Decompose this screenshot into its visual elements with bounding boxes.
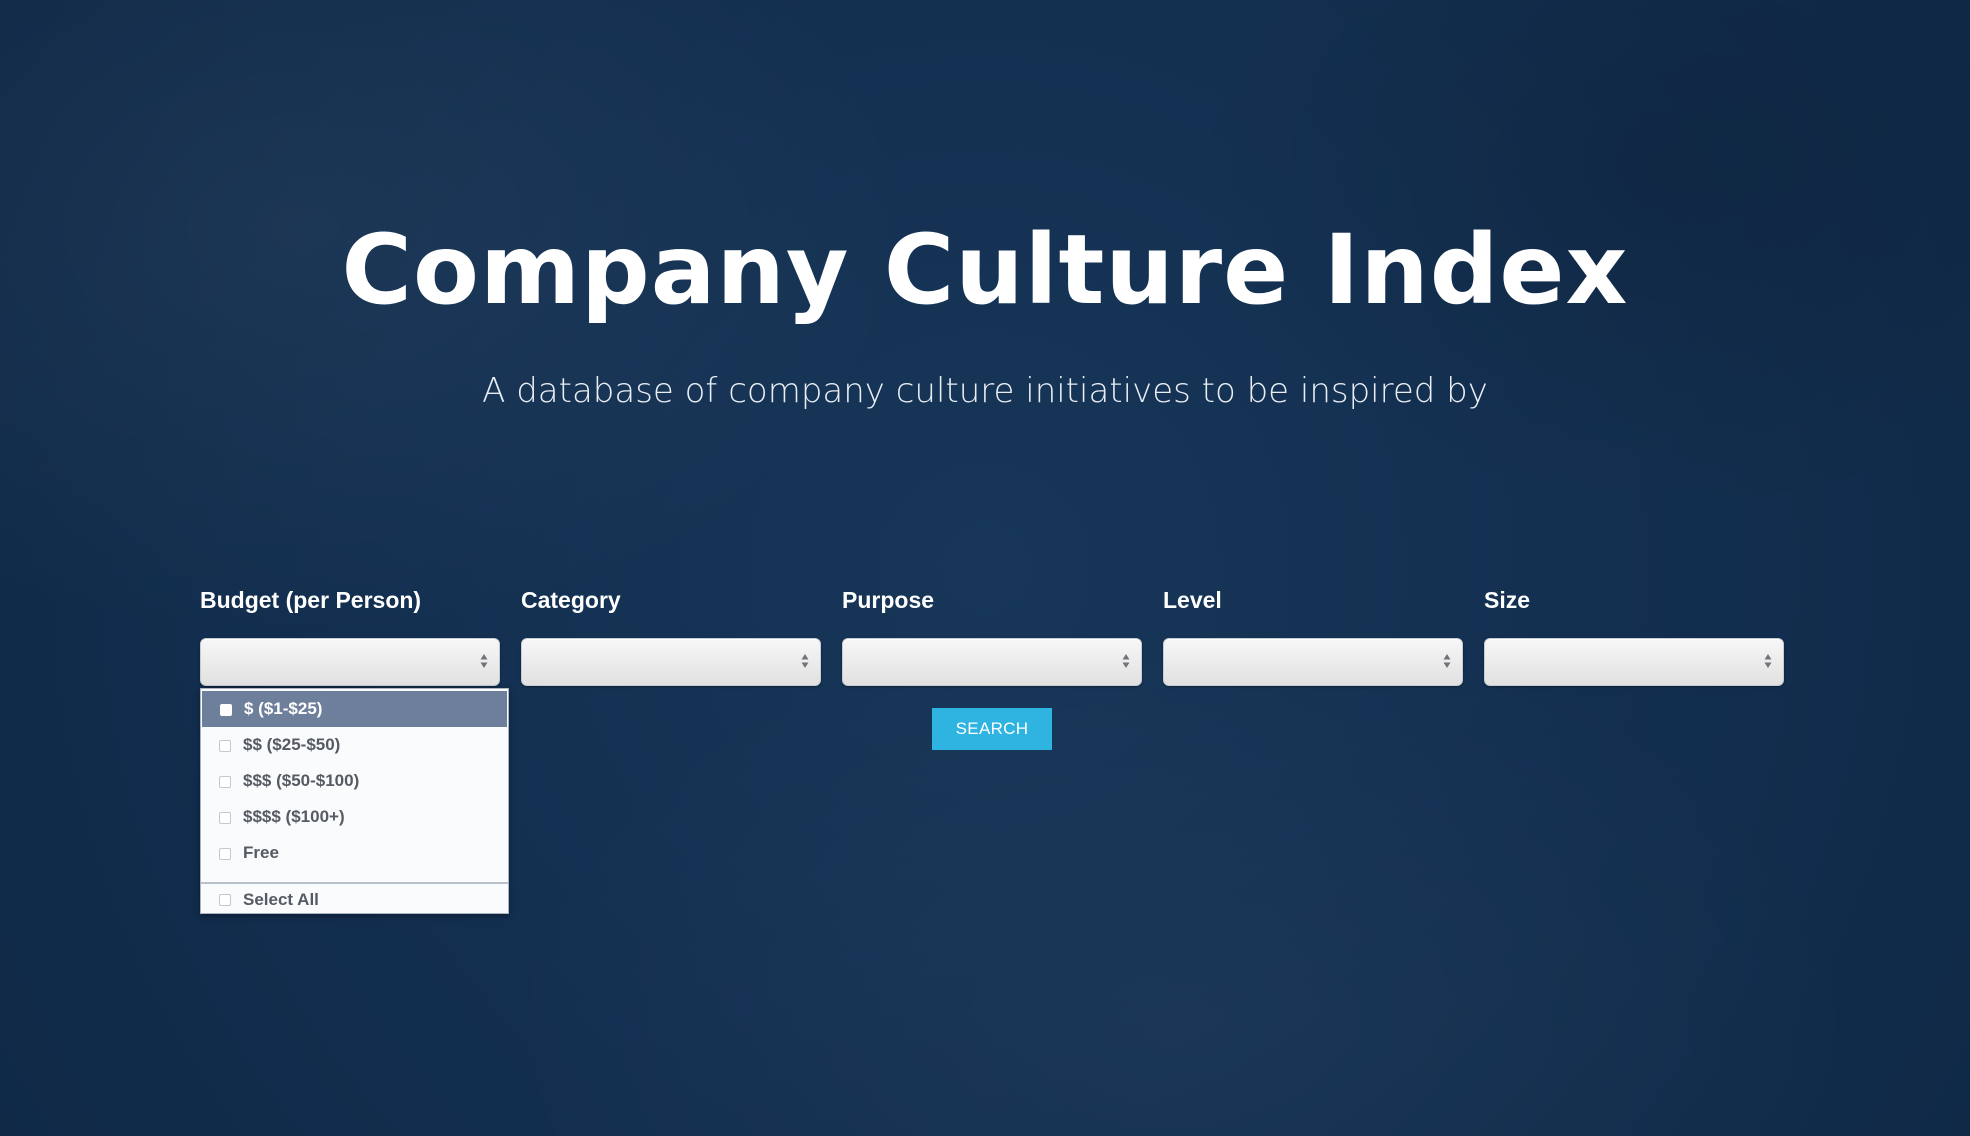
size-select[interactable]: [1484, 638, 1784, 686]
select-all-option[interactable]: Select All: [201, 883, 508, 913]
page-title: Company Culture Index: [341, 214, 1629, 326]
budget-dropdown-menu: $ ($1-$25) $$ ($25-$50) $$$ ($50-$100) $…: [200, 688, 509, 914]
budget-option-label: $$$ ($50-$100): [243, 771, 360, 790]
budget-select[interactable]: [200, 638, 500, 686]
budget-option[interactable]: $$$$ ($100+): [201, 799, 508, 835]
filter-category-label: Category: [521, 587, 621, 613]
checkbox-icon[interactable]: [219, 740, 231, 752]
budget-option[interactable]: $$ ($25-$50): [201, 727, 508, 763]
updown-arrows-icon: [1764, 654, 1772, 668]
purpose-select[interactable]: [842, 638, 1142, 686]
budget-option[interactable]: $ ($1-$25): [202, 691, 507, 727]
updown-arrows-icon: [1122, 654, 1130, 668]
filter-size: Size: [1484, 580, 1784, 686]
level-select[interactable]: [1163, 638, 1463, 686]
filter-budget-label: Budget (per Person): [200, 587, 422, 613]
filter-level-label: Level: [1163, 587, 1222, 613]
checkbox-icon[interactable]: [219, 812, 231, 824]
checkbox-icon[interactable]: [219, 894, 231, 906]
category-select[interactable]: [521, 638, 821, 686]
budget-option-label: $$ ($25-$50): [243, 735, 341, 754]
budget-option[interactable]: $$$ ($50-$100): [201, 763, 508, 799]
page-subtitle: A database of company culture initiative…: [482, 371, 1488, 411]
checkbox-icon[interactable]: [219, 848, 231, 860]
filter-purpose-label: Purpose: [842, 587, 935, 613]
filter-budget: Budget (per Person): [200, 580, 500, 686]
filter-size-label: Size: [1484, 587, 1531, 613]
filter-level: Level: [1163, 580, 1463, 686]
select-all-label: Select All: [243, 890, 319, 909]
updown-arrows-icon: [1443, 654, 1451, 668]
updown-arrows-icon: [480, 654, 488, 668]
budget-option[interactable]: Free: [201, 835, 508, 871]
checkbox-icon[interactable]: [220, 704, 232, 716]
updown-arrows-icon: [801, 654, 809, 668]
budget-option-label: Free: [243, 843, 279, 862]
budget-option-label: $$$$ ($100+): [243, 807, 345, 826]
filter-purpose: Purpose: [842, 580, 1142, 686]
filter-category: Category: [521, 580, 821, 686]
checkbox-icon[interactable]: [219, 776, 231, 788]
search-button[interactable]: SEARCH: [932, 708, 1052, 750]
budget-option-label: $ ($1-$25): [244, 699, 323, 718]
